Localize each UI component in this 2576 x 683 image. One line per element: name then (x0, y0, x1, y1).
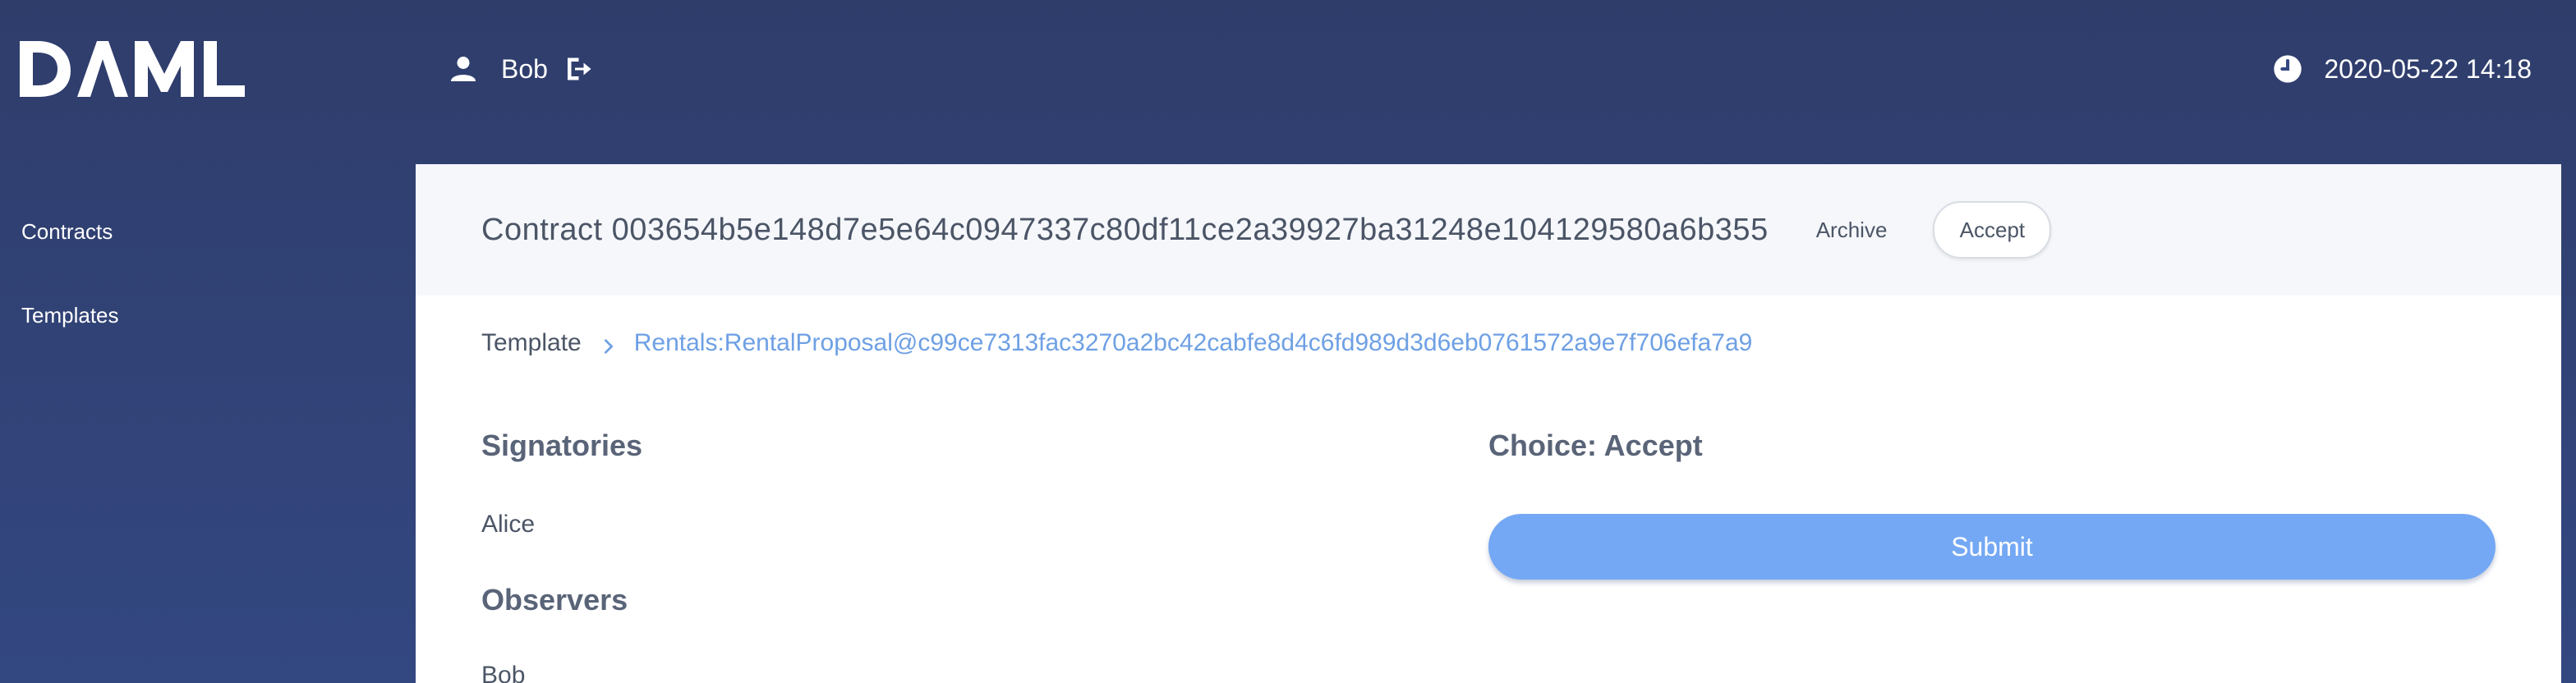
submit-button[interactable]: Submit (1488, 514, 2496, 580)
logout-icon[interactable] (563, 54, 592, 84)
user-icon (448, 54, 478, 84)
observer-item: Bob (481, 662, 526, 683)
contract-header: Contract 003654b5e148d7e5e64c0947337c80d… (416, 164, 2561, 296)
sidebar-item-contracts[interactable]: Contracts (21, 215, 383, 248)
choice-heading: Choice: Accept (1488, 429, 1703, 462)
contract-panel: Contract 003654b5e148d7e5e64c0947337c80d… (416, 164, 2561, 683)
current-time: 2020-05-22 14:18 (2271, 51, 2532, 87)
contract-title: Contract 003654b5e148d7e5e64c0947337c80d… (481, 212, 1769, 247)
sidebar: Contracts Templates (21, 215, 383, 383)
timestamp: 2020-05-22 14:18 (2324, 53, 2532, 84)
user-info: Bob (448, 51, 592, 87)
clock-icon (2271, 53, 2304, 85)
accept-button[interactable]: Accept (1933, 201, 2052, 259)
user-name: Bob (501, 53, 548, 84)
breadcrumb: Template Rentals:RentalProposal@c99ce731… (481, 325, 1752, 361)
daml-logo-mark (20, 41, 245, 97)
breadcrumb-template: Template (481, 329, 582, 356)
template-link[interactable]: Rentals:RentalProposal@c99ce7313fac3270a… (634, 329, 1753, 357)
sidebar-item-templates[interactable]: Templates (21, 299, 383, 332)
signatories-heading: Signatories (481, 429, 643, 462)
archive-button[interactable]: Archive (1816, 218, 1888, 243)
daml-logo (20, 38, 245, 100)
chevron-right-icon (600, 334, 618, 354)
observers-heading: Observers (481, 583, 628, 617)
signatory-item: Alice (481, 511, 536, 538)
